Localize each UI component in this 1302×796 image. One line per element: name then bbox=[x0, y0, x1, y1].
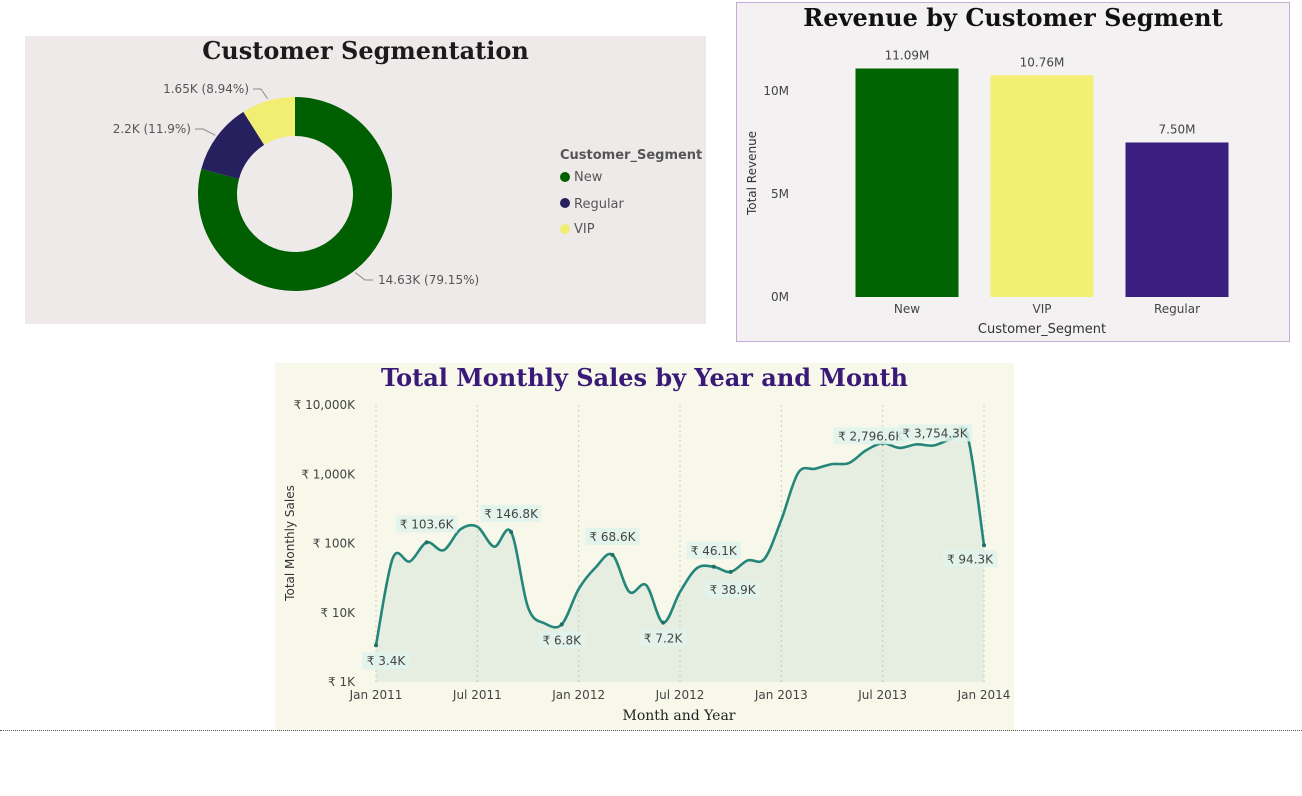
bar-y-axis-title: Total Revenue bbox=[745, 131, 759, 216]
bar-regular[interactable] bbox=[1125, 142, 1229, 297]
leader-line-new bbox=[354, 272, 373, 281]
legend-item-vip[interactable]: VIP bbox=[560, 222, 595, 237]
data-point[interactable] bbox=[982, 543, 986, 548]
bar-y-tick-label: 10M bbox=[763, 84, 789, 98]
data-label: ₹ 7.2K bbox=[644, 632, 684, 646]
line-y-axis-title: Total Monthly Sales bbox=[283, 485, 297, 602]
line-x-tick-label: Jul 2013 bbox=[857, 688, 907, 702]
bar-value-label: 7.50M bbox=[1158, 122, 1195, 136]
line-x-tick-label: Jan 2013 bbox=[754, 688, 808, 702]
legend-swatch-regular bbox=[560, 198, 570, 208]
slice-label-new: 14.63K (79.15%) bbox=[378, 273, 479, 287]
bar-new[interactable] bbox=[855, 68, 959, 298]
line-y-tick-label: ₹ 10K bbox=[320, 606, 356, 620]
data-label: ₹ 146.8K bbox=[484, 507, 539, 521]
customer-segmentation-panel: Customer Segmentation 14.63K (79.15%) 2.… bbox=[25, 36, 706, 324]
line-x-tick-label: Jul 2011 bbox=[452, 688, 502, 702]
legend-label-vip: VIP bbox=[574, 222, 595, 237]
legend-item-regular[interactable]: Regular bbox=[560, 197, 625, 212]
data-point[interactable] bbox=[711, 564, 716, 569]
data-point[interactable] bbox=[610, 552, 615, 557]
data-point[interactable] bbox=[728, 569, 733, 574]
page-divider bbox=[0, 730, 1302, 731]
bar-chart: 0M5M10M 11.09M 10.76M7.50M New VIP Regular … bbox=[745, 49, 1229, 337]
line-chart: ₹ 1K ₹ 10K ₹ 100K ₹ 1,000K ₹ 10,000K Jan 201… bbox=[283, 398, 1011, 724]
data-point[interactable] bbox=[424, 540, 429, 545]
bar-value-label: 11.09M bbox=[885, 49, 930, 63]
bar-y-tick-label: 0M bbox=[771, 290, 789, 304]
leader-line-regular bbox=[195, 128, 216, 136]
line-y-tick-label: ₹ 1,000K bbox=[301, 467, 356, 481]
data-point[interactable] bbox=[509, 529, 514, 534]
line-x-tick-label: Jan 2012 bbox=[551, 688, 605, 702]
bar-x-axis-title: Customer_Segment bbox=[978, 322, 1106, 337]
legend-item-new[interactable]: New bbox=[560, 170, 603, 185]
line-x-tick-label: Jan 2014 bbox=[957, 688, 1011, 702]
legend-swatch-new bbox=[560, 172, 570, 182]
donut-chart: 14.63K (79.15%) 2.2K (11.9%) 1.65K (8.94… bbox=[113, 82, 702, 291]
bar-value-label: 10.76M bbox=[1020, 55, 1065, 69]
data-label: ₹ 68.6K bbox=[589, 530, 636, 544]
monthly-sales-panel: Total Monthly Sales by Year and Month ₹ … bbox=[275, 363, 1014, 731]
legend-swatch-vip bbox=[560, 224, 570, 234]
leader-line-vip bbox=[253, 88, 269, 100]
bar-category-label: Regular bbox=[1154, 302, 1200, 316]
data-label: ₹ 46.1K bbox=[691, 544, 738, 558]
data-label: ₹ 6.8K bbox=[543, 633, 583, 647]
line-y-tick-label: ₹ 1K bbox=[328, 675, 356, 689]
bar-y-tick-label: 5M bbox=[771, 187, 789, 201]
legend-title: Customer_Segment bbox=[560, 148, 702, 163]
data-point[interactable] bbox=[559, 622, 564, 627]
line-y-tick-label: ₹ 100K bbox=[313, 537, 356, 551]
line-y-tick-label: ₹ 10,000K bbox=[294, 398, 356, 412]
revenue-by-segment-panel: Revenue by Customer Segment 0M 5M 10M 11.0… bbox=[736, 2, 1290, 342]
legend-label-regular: Regular bbox=[574, 197, 625, 212]
line-x-axis-title: Month and Year bbox=[623, 708, 736, 724]
data-label: ₹ 3,754.3K bbox=[903, 426, 969, 440]
bar-category-label: VIP bbox=[1033, 302, 1052, 316]
line-x-tick-label: Jan 2011 bbox=[349, 688, 403, 702]
bar-vip[interactable] bbox=[990, 75, 1094, 297]
line-x-tick-label: Jul 2012 bbox=[655, 688, 705, 702]
data-label: ₹ 38.9K bbox=[710, 583, 757, 597]
slice-label-vip: 1.65K (8.94%) bbox=[163, 82, 249, 96]
bar-category-label: New bbox=[894, 302, 920, 316]
legend-label-new: New bbox=[574, 170, 603, 185]
data-label: ₹ 103.6K bbox=[400, 517, 455, 531]
data-point[interactable] bbox=[661, 620, 666, 625]
data-point[interactable] bbox=[374, 643, 378, 648]
data-label: ₹ 94.3K bbox=[947, 552, 994, 566]
data-label: ₹ 2,796.6K bbox=[838, 429, 904, 443]
slice-label-regular: 2.2K (11.9%) bbox=[113, 122, 191, 136]
data-label: ₹ 3.4K bbox=[367, 654, 407, 668]
